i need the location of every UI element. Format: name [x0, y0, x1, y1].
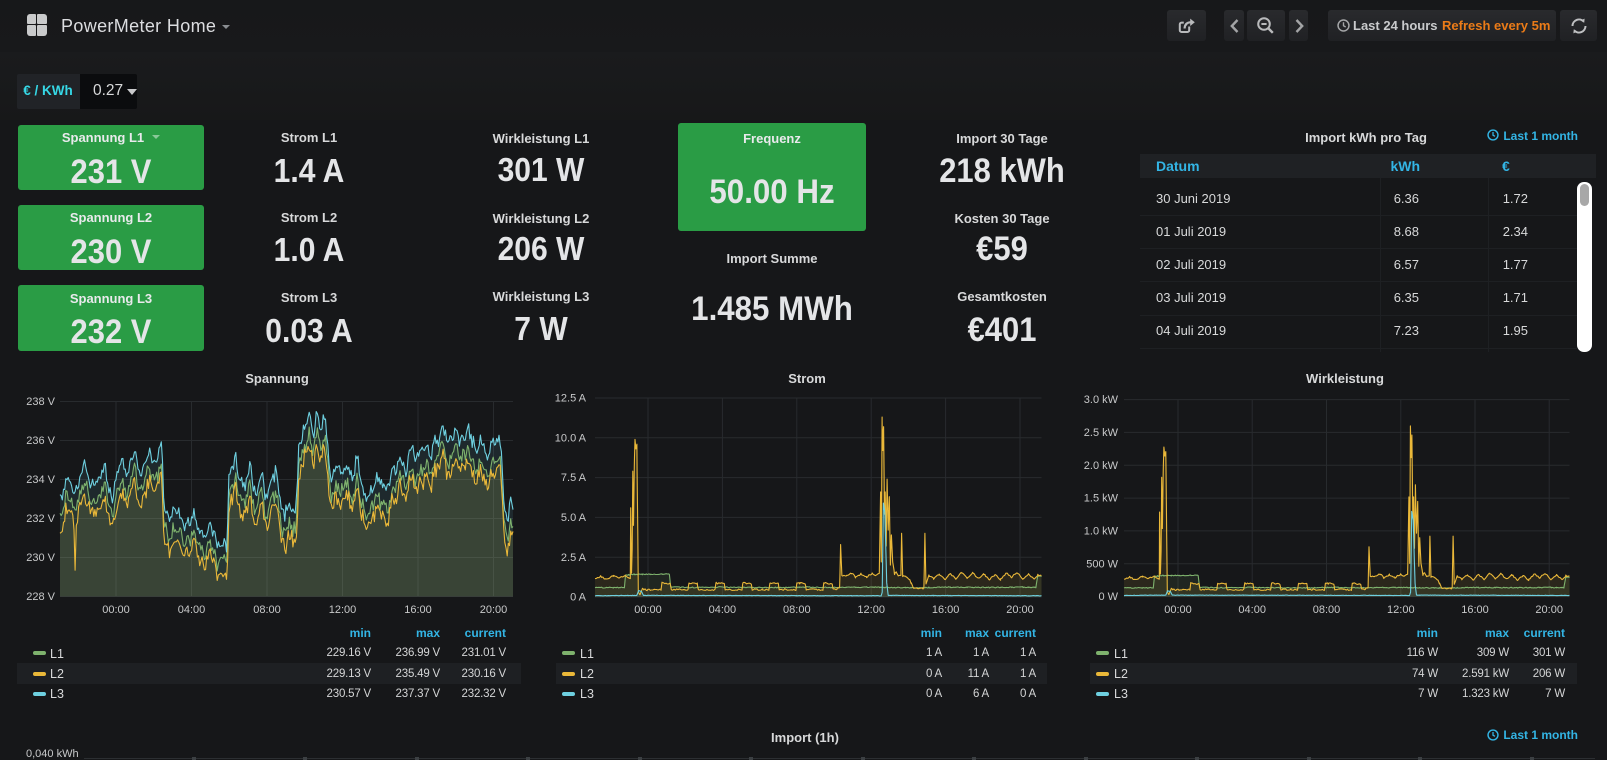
svg-text:20:00: 20:00	[1006, 604, 1034, 616]
svg-text:236 V: 236 V	[26, 435, 55, 447]
svg-text:5.0 A: 5.0 A	[561, 512, 587, 524]
svg-text:08:00: 08:00	[783, 604, 811, 616]
svg-text:500 W: 500 W	[1086, 558, 1118, 570]
svg-text:0 A: 0 A	[570, 592, 587, 604]
svg-text:12.5 A: 12.5 A	[555, 393, 587, 405]
svg-text:16:00: 16:00	[1461, 604, 1489, 616]
svg-text:228 V: 228 V	[26, 591, 55, 603]
svg-text:1.0 kW: 1.0 kW	[1084, 526, 1119, 538]
svg-text:08:00: 08:00	[253, 604, 281, 616]
svg-text:234 V: 234 V	[26, 474, 55, 486]
svg-text:04:00: 04:00	[178, 604, 206, 616]
svg-text:7.5 A: 7.5 A	[561, 472, 587, 484]
svg-text:00:00: 00:00	[634, 604, 662, 616]
svg-text:00:00: 00:00	[102, 604, 130, 616]
svg-text:04:00: 04:00	[1238, 604, 1266, 616]
svg-text:08:00: 08:00	[1313, 604, 1341, 616]
svg-text:16:00: 16:00	[932, 604, 960, 616]
svg-text:10.0 A: 10.0 A	[555, 432, 587, 444]
svg-text:232 V: 232 V	[26, 513, 55, 525]
svg-text:2.5 kW: 2.5 kW	[1084, 427, 1119, 439]
svg-text:12:00: 12:00	[1387, 604, 1415, 616]
svg-text:00:00: 00:00	[1164, 604, 1192, 616]
svg-text:238 V: 238 V	[26, 396, 55, 408]
svg-text:20:00: 20:00	[480, 604, 508, 616]
svg-text:12:00: 12:00	[857, 604, 885, 616]
svg-text:0 W: 0 W	[1098, 591, 1118, 603]
svg-text:1.5 kW: 1.5 kW	[1084, 493, 1119, 505]
svg-text:2.5 A: 2.5 A	[561, 552, 587, 564]
svg-text:16:00: 16:00	[404, 604, 432, 616]
svg-text:20:00: 20:00	[1535, 604, 1563, 616]
svg-text:3.0 kW: 3.0 kW	[1084, 394, 1119, 406]
svg-text:2.0 kW: 2.0 kW	[1084, 460, 1119, 472]
svg-text:12:00: 12:00	[329, 604, 357, 616]
svg-text:04:00: 04:00	[709, 604, 737, 616]
svg-text:230 V: 230 V	[26, 552, 55, 564]
